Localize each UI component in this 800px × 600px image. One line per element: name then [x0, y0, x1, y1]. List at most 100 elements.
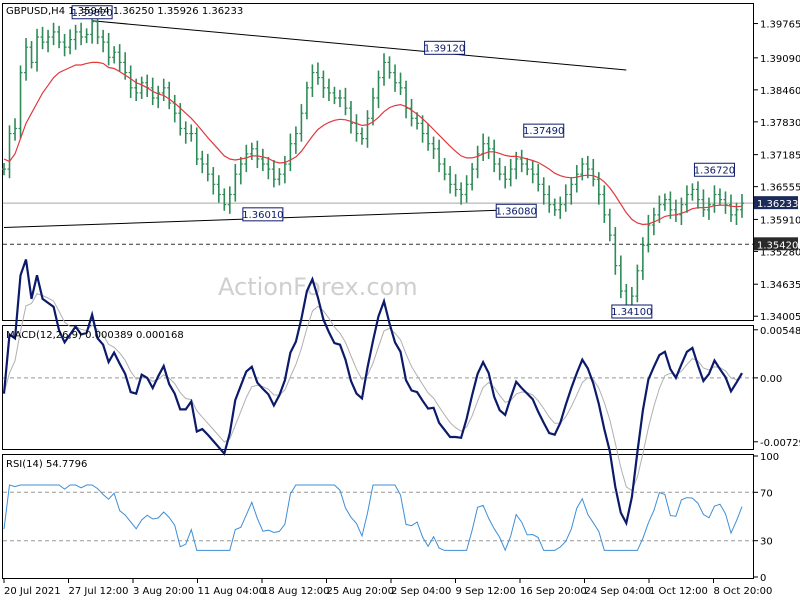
price-bar	[459, 182, 464, 205]
price-bar	[238, 156, 243, 185]
level-label: 1.36010	[242, 207, 284, 222]
price-bar	[348, 101, 353, 134]
price-bar	[404, 80, 409, 119]
price-bar	[613, 227, 618, 275]
price-bar	[211, 167, 216, 195]
price-bar	[139, 76, 144, 99]
price-bar	[359, 127, 364, 145]
price-bar	[387, 56, 392, 79]
price-bar	[640, 237, 645, 280]
level-label-text: 1.36080	[496, 206, 537, 217]
price-bar	[282, 155, 287, 184]
price-bar	[249, 142, 254, 160]
price-y-tick-label: 1.34005	[760, 312, 800, 323]
level-label: 1.36080	[496, 203, 537, 218]
price-bar	[453, 174, 458, 197]
price-bar	[541, 177, 546, 205]
macd-y-tick-label: 0.00	[760, 374, 782, 385]
price-bar	[547, 185, 552, 213]
price-bar	[706, 197, 711, 220]
price-bar	[393, 64, 398, 92]
price-bar	[679, 197, 684, 226]
x-tick-label: 9 Sep 12:00	[456, 586, 516, 597]
price-bar	[68, 29, 73, 55]
price-bar	[310, 64, 315, 97]
price-bar	[723, 191, 728, 214]
price-bar	[233, 164, 238, 202]
last-price-tag-label: 1.36233	[757, 199, 798, 210]
price-bar	[24, 38, 29, 81]
rsi-y-tick-label: 30	[760, 537, 773, 548]
axis-layer: 1.39765 1.39090 1.38460 1.37830 1.37185 1.365…	[3, 20, 800, 597]
price-bar	[46, 29, 51, 53]
price-bar	[354, 114, 359, 142]
level-label-text: 1.37490	[523, 126, 564, 137]
price-bar	[266, 156, 271, 180]
macd-signal-line	[3, 292, 743, 492]
price-bar	[497, 157, 502, 181]
x-tick-label: 20 Jul 2021	[4, 586, 61, 597]
price-bar	[481, 133, 486, 161]
level-label: 1.34100	[611, 304, 653, 319]
price-bar	[695, 181, 700, 209]
price-bar	[106, 32, 111, 66]
price-layer: 1.398201.391201.374901.367201.36010 1.360…	[2, 5, 753, 319]
price-bar	[569, 177, 574, 205]
price-bar	[315, 62, 320, 85]
price-bar	[288, 133, 293, 172]
price-bar	[690, 183, 695, 201]
rsi-y-tick-label: 100	[760, 452, 779, 463]
price-bar	[51, 22, 56, 46]
price-bar	[442, 157, 447, 181]
price-bar	[128, 65, 133, 98]
price-bar	[62, 33, 67, 57]
price-bar	[271, 159, 276, 188]
price-bar	[602, 185, 607, 223]
price-bar	[409, 98, 414, 127]
x-tick-label: 1 Oct 12:00	[649, 586, 708, 597]
macd-y-tick-label: 0.005484	[760, 326, 800, 337]
price-bar	[326, 78, 331, 102]
x-tick-label: 11 Aug 04:00	[198, 586, 265, 597]
price-y-tick-label: 1.38460	[760, 86, 800, 97]
price-bar	[525, 157, 530, 176]
price-bar	[376, 70, 381, 109]
moving-average-line	[3, 61, 743, 226]
price-y-tick-label: 1.34635	[760, 280, 800, 291]
price-bar	[728, 194, 733, 222]
price-bar	[18, 65, 23, 139]
price-bar	[293, 126, 298, 154]
price-bar	[260, 148, 265, 172]
rsi-y-tick-label: 0	[760, 573, 766, 584]
price-bar	[40, 26, 45, 50]
trendline-1	[92, 20, 627, 71]
price-bar	[222, 188, 227, 211]
price-bar	[299, 104, 304, 142]
price-bar	[200, 150, 205, 174]
price-bar	[337, 89, 342, 108]
price-bar	[343, 87, 348, 116]
price-bar	[503, 166, 508, 189]
price-bar	[7, 125, 12, 179]
price-bar	[101, 29, 106, 53]
price-bar	[618, 255, 623, 299]
level-label: 1.39120	[424, 40, 465, 55]
price-bar	[156, 85, 161, 109]
price-y-tick-label: 1.39765	[760, 20, 800, 31]
price-bar	[437, 139, 442, 173]
price-bar	[117, 44, 122, 72]
price-bar	[79, 22, 84, 46]
price-y-tick-label: 1.35910	[760, 215, 800, 226]
price-bar	[492, 139, 497, 173]
price-bar	[29, 41, 34, 69]
price-bar	[73, 24, 78, 50]
price-bar	[580, 157, 585, 181]
price-bar	[35, 28, 40, 72]
x-tick-label: 24 Sep 04:00	[585, 586, 652, 597]
price-bar	[536, 164, 541, 192]
level-label: 1.36720	[694, 162, 735, 177]
price-bar	[277, 168, 282, 186]
price-bar	[635, 264, 640, 303]
x-tick-label: 3 Aug 20:00	[133, 586, 194, 597]
price-bar	[607, 208, 612, 242]
